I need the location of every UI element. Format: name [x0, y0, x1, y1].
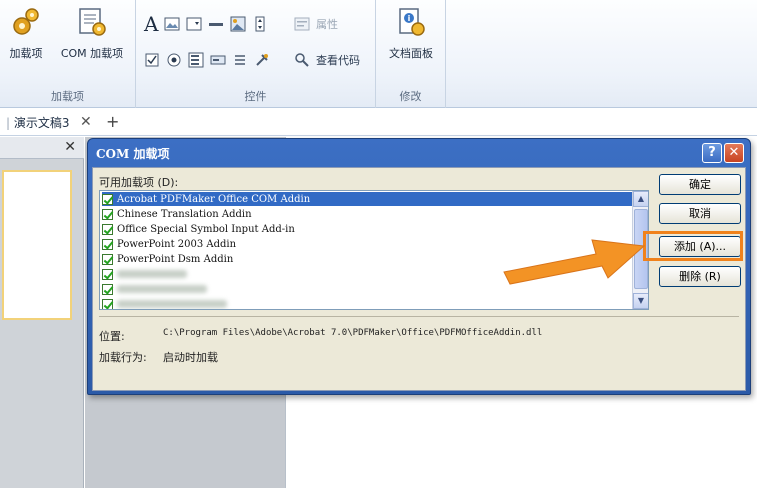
list-item[interactable]: Acrobat PDFMaker Office COM Addin	[102, 192, 632, 206]
document-panel-button[interactable]: i 文档面板	[382, 6, 440, 61]
addin-name: Office Special Symbol Input Add-in	[117, 223, 295, 235]
cancel-button[interactable]: 取消	[659, 203, 741, 224]
addin-checkbox[interactable]	[102, 253, 113, 265]
controls-row-1: A	[144, 12, 268, 36]
addin-checkbox[interactable]	[102, 238, 113, 250]
location-label: 位置:	[99, 330, 125, 343]
addin-name: Chinese Translation Addin	[117, 208, 252, 220]
view-code-label: 查看代码	[316, 54, 360, 67]
more-controls-icon[interactable]	[254, 52, 270, 68]
ribbon-group-controls: A 属性 查看代码 控件	[136, 0, 376, 108]
blurred-addin-name	[117, 270, 187, 278]
scrollbar-control-icon[interactable]	[232, 52, 248, 68]
document-tab-label: 演示文稿3	[13, 116, 70, 130]
list-item[interactable]: PowerPoint 2003 Addin	[102, 237, 236, 251]
addin-checkbox[interactable]	[102, 283, 113, 295]
addin-checkbox[interactable]	[102, 223, 113, 235]
image-control-icon[interactable]	[164, 16, 180, 32]
addin-checkbox[interactable]	[102, 208, 113, 220]
list-item[interactable]: Chinese Translation Addin	[102, 207, 252, 221]
help-icon[interactable]: ?	[702, 143, 722, 163]
text-control-icon[interactable]: A	[144, 12, 158, 36]
label-control-icon[interactable]	[210, 52, 226, 68]
annotation-arrow-icon	[503, 239, 646, 285]
document-panel-label: 文档面板	[389, 47, 433, 60]
controls-row-2	[144, 52, 270, 68]
view-code-icon	[295, 53, 309, 67]
ribbon-group-modify: i 文档面板 修改	[376, 0, 446, 108]
properties-icon	[294, 17, 310, 31]
blurred-addin-name	[117, 300, 227, 308]
addin-name: PowerPoint 2003 Addin	[117, 238, 237, 250]
scroll-up-icon[interactable]: ▲	[633, 191, 648, 207]
document-tab[interactable]: | 演示文稿3	[0, 112, 76, 134]
ribbon: 加载项 COM 加载项 加载项 A 属性 查看代码 控件 i 文档面板 修改	[0, 0, 757, 108]
addin-name: Acrobat PDFMaker Office COM Addin	[117, 193, 311, 205]
load-behavior-value: 启动时加载	[163, 351, 218, 364]
addins-button-label: 加载项	[9, 47, 43, 60]
tab-separator: |	[6, 116, 11, 130]
slides-pane: ✕	[0, 137, 84, 488]
ribbon-group-addins: 加载项 COM 加载项 加载项	[0, 0, 136, 108]
list-item[interactable]: PowerPoint Dsm Addin	[102, 252, 233, 266]
properties-label: 属性	[316, 18, 338, 31]
ribbon-group-caption-modify: 修改	[399, 90, 422, 103]
listbox-control-icon[interactable]	[188, 52, 204, 68]
close-icon[interactable]: ✕	[724, 143, 744, 163]
com-addins-button-label: COM 加载项	[60, 47, 124, 60]
addin-checkbox[interactable]	[102, 193, 113, 205]
spin-control-icon[interactable]	[252, 16, 268, 32]
pane-close-icon[interactable]: ✕	[64, 139, 76, 155]
add-button-highlight	[643, 231, 743, 261]
view-code-button[interactable]: 查看代码	[294, 52, 360, 68]
radio-control-icon[interactable]	[166, 52, 182, 68]
dialog-title: COM 加载项	[96, 147, 170, 161]
com-addins-button[interactable]: COM 加载项	[52, 6, 132, 61]
document-panel-icon: i	[399, 8, 425, 36]
available-addins-label: 可用加载项 (D):	[99, 176, 179, 189]
list-item-blurred[interactable]	[102, 267, 187, 281]
properties-button[interactable]: 属性	[294, 16, 338, 32]
list-item[interactable]: Office Special Symbol Input Add-in	[102, 222, 295, 236]
list-item-blurred[interactable]	[102, 297, 227, 309]
divider	[99, 316, 739, 317]
load-behavior-label: 加载行为:	[99, 351, 147, 364]
tab-close-icon[interactable]: ✕	[80, 114, 92, 130]
addin-name: PowerPoint Dsm Addin	[117, 253, 234, 265]
svg-text:i: i	[408, 14, 411, 23]
ribbon-group-caption-controls: 控件	[244, 90, 267, 103]
blurred-addin-name	[117, 285, 207, 293]
addin-checkbox[interactable]	[102, 268, 113, 280]
line-control-icon[interactable]	[208, 16, 224, 32]
addin-checkbox[interactable]	[102, 298, 113, 309]
remove-button[interactable]: 删除 (R)	[659, 266, 741, 287]
combo-box-icon[interactable]	[186, 16, 202, 32]
ribbon-group-caption-addins: 加载项	[51, 90, 84, 103]
picture-control-icon[interactable]	[230, 16, 246, 32]
addins-button[interactable]: 加载项	[6, 6, 46, 61]
add-tab-icon[interactable]: +	[106, 112, 119, 131]
slides-pane-header: ✕	[0, 137, 84, 159]
location-value: C:\Program Files\Adobe\Acrobat 7.0\PDFMa…	[163, 328, 543, 338]
ok-button[interactable]: 确定	[659, 174, 741, 195]
addin-gears-icon	[13, 8, 39, 35]
document-tab-bar: | 演示文稿3 ✕ +	[0, 108, 757, 136]
slide-thumbnail[interactable]	[2, 170, 72, 320]
checkbox-control-icon[interactable]	[144, 52, 160, 68]
list-item-blurred[interactable]	[102, 282, 207, 296]
com-addin-icon	[79, 8, 106, 36]
